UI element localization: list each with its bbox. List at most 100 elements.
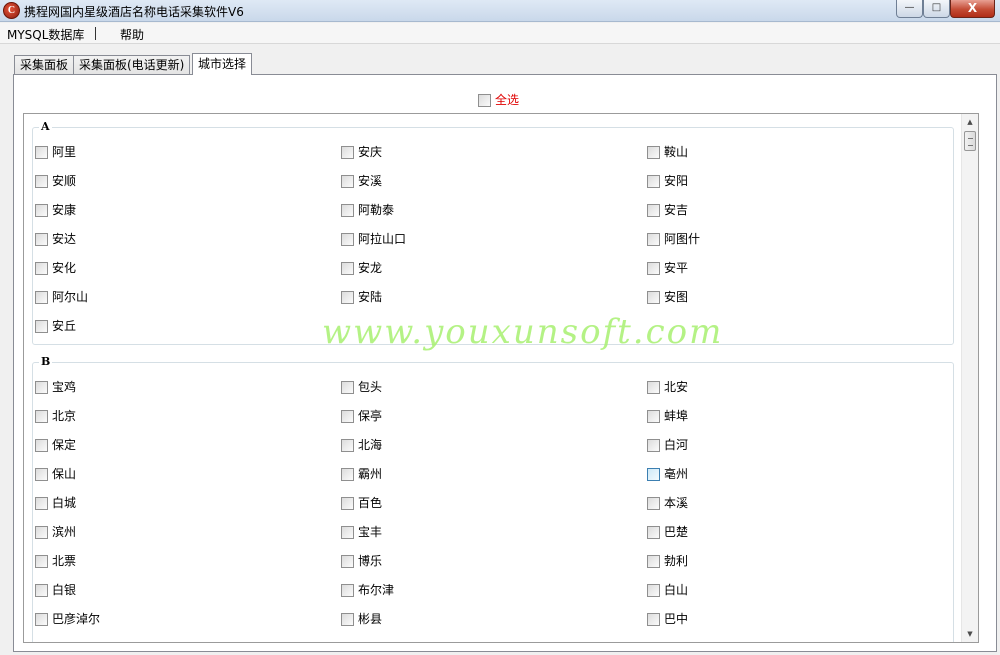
checkbox-box[interactable] bbox=[647, 526, 660, 539]
checkbox-box[interactable] bbox=[35, 320, 48, 333]
checkbox-box[interactable] bbox=[341, 468, 354, 481]
checkbox-box[interactable] bbox=[35, 175, 48, 188]
city-checkbox[interactable]: 蚌埠 bbox=[647, 409, 688, 424]
checkbox-box[interactable] bbox=[341, 146, 354, 159]
city-checkbox[interactable]: 勃利 bbox=[647, 554, 688, 569]
city-checkbox[interactable]: 包头 bbox=[341, 380, 382, 395]
city-checkbox[interactable]: 阿勒泰 bbox=[341, 203, 394, 218]
city-checkbox[interactable]: 滨州 bbox=[35, 525, 76, 540]
city-checkbox[interactable]: 巴彦淖尔 bbox=[35, 612, 100, 627]
checkbox-box[interactable] bbox=[478, 94, 491, 107]
checkbox-box[interactable] bbox=[341, 584, 354, 597]
checkbox-box[interactable] bbox=[35, 262, 48, 275]
checkbox-box[interactable] bbox=[647, 291, 660, 304]
city-checkbox[interactable]: 安丘 bbox=[35, 319, 76, 334]
checkbox-box[interactable] bbox=[647, 381, 660, 394]
checkbox-box[interactable] bbox=[35, 555, 48, 568]
checkbox-box[interactable] bbox=[647, 468, 660, 481]
checkbox-box[interactable] bbox=[35, 291, 48, 304]
maximize-button[interactable]: □ bbox=[923, 0, 950, 18]
city-checkbox[interactable]: 阿尔山 bbox=[35, 290, 88, 305]
checkbox-box[interactable] bbox=[35, 233, 48, 246]
minimize-button[interactable]: — bbox=[896, 0, 923, 18]
checkbox-box[interactable] bbox=[35, 468, 48, 481]
city-checkbox[interactable]: 安吉 bbox=[647, 203, 688, 218]
checkbox-box[interactable] bbox=[341, 613, 354, 626]
city-checkbox[interactable]: 白银 bbox=[35, 583, 76, 598]
checkbox-box[interactable] bbox=[647, 410, 660, 423]
checkbox-box[interactable] bbox=[341, 262, 354, 275]
checkbox-box[interactable] bbox=[341, 526, 354, 539]
checkbox-box[interactable] bbox=[35, 439, 48, 452]
checkbox-box[interactable] bbox=[647, 497, 660, 510]
vertical-scrollbar[interactable]: ▲ ▼ bbox=[961, 114, 978, 642]
checkbox-box[interactable] bbox=[35, 584, 48, 597]
city-checkbox[interactable]: 安达 bbox=[35, 232, 76, 247]
checkbox-box[interactable] bbox=[35, 410, 48, 423]
select-all-checkbox[interactable]: 全选 bbox=[478, 91, 519, 108]
city-checkbox[interactable]: 安龙 bbox=[341, 261, 382, 276]
checkbox-box[interactable] bbox=[341, 410, 354, 423]
city-checkbox[interactable]: 白河 bbox=[647, 438, 688, 453]
checkbox-box[interactable] bbox=[341, 291, 354, 304]
checkbox-box[interactable] bbox=[341, 555, 354, 568]
city-checkbox[interactable]: 安顺 bbox=[35, 174, 76, 189]
city-checkbox[interactable]: 百色 bbox=[341, 496, 382, 511]
checkbox-box[interactable] bbox=[647, 175, 660, 188]
city-checkbox[interactable]: 安阳 bbox=[647, 174, 688, 189]
checkbox-box[interactable] bbox=[35, 613, 48, 626]
checkbox-box[interactable] bbox=[341, 204, 354, 217]
checkbox-box[interactable] bbox=[341, 175, 354, 188]
city-checkbox[interactable]: 保山 bbox=[35, 467, 76, 482]
city-checkbox[interactable]: 北票 bbox=[35, 554, 76, 569]
checkbox-box[interactable] bbox=[647, 555, 660, 568]
city-checkbox[interactable]: 安化 bbox=[35, 261, 76, 276]
city-checkbox[interactable]: 北京 bbox=[35, 409, 76, 424]
menu-mysql[interactable]: MYSQL数据库 bbox=[7, 26, 84, 43]
menu-help[interactable]: 帮助 bbox=[120, 26, 144, 43]
checkbox-box[interactable] bbox=[35, 204, 48, 217]
city-checkbox[interactable]: 彬县 bbox=[341, 612, 382, 627]
city-checkbox[interactable]: 阿拉山口 bbox=[341, 232, 406, 247]
checkbox-box[interactable] bbox=[341, 439, 354, 452]
city-checkbox[interactable]: 本溪 bbox=[647, 496, 688, 511]
close-button[interactable]: X bbox=[950, 0, 995, 18]
tab-city-select[interactable]: 城市选择 bbox=[192, 53, 253, 75]
scroll-thumb[interactable] bbox=[964, 131, 976, 151]
checkbox-box[interactable] bbox=[647, 233, 660, 246]
checkbox-box[interactable] bbox=[341, 497, 354, 510]
checkbox-box[interactable] bbox=[341, 233, 354, 246]
scroll-up-arrow-icon[interactable]: ▲ bbox=[962, 114, 978, 130]
city-checkbox[interactable]: 宝鸡 bbox=[35, 380, 76, 395]
city-checkbox[interactable]: 安溪 bbox=[341, 174, 382, 189]
checkbox-box[interactable] bbox=[647, 613, 660, 626]
city-list-scroll-area[interactable]: A B ▲ ▼ 阿里 安庆 鞍山 安顺 安溪 安阳 安康 阿勒泰 安吉 安达 阿拉山口 阿图什 安化 安龙… bbox=[23, 113, 979, 643]
tab-collect-panel[interactable]: 采集面板 bbox=[14, 55, 75, 74]
city-checkbox[interactable]: 北海 bbox=[341, 438, 382, 453]
city-checkbox[interactable]: 安康 bbox=[35, 203, 76, 218]
city-checkbox[interactable]: 亳州 bbox=[647, 467, 688, 482]
checkbox-box[interactable] bbox=[647, 146, 660, 159]
city-checkbox[interactable]: 白城 bbox=[35, 496, 76, 511]
checkbox-box[interactable] bbox=[35, 497, 48, 510]
checkbox-box[interactable] bbox=[647, 439, 660, 452]
city-checkbox[interactable]: 阿图什 bbox=[647, 232, 700, 247]
checkbox-box[interactable] bbox=[35, 526, 48, 539]
city-checkbox[interactable]: 保定 bbox=[35, 438, 76, 453]
city-checkbox[interactable]: 巴中 bbox=[647, 612, 688, 627]
city-checkbox[interactable]: 宝丰 bbox=[341, 525, 382, 540]
checkbox-box[interactable] bbox=[647, 262, 660, 275]
city-checkbox[interactable]: 安平 bbox=[647, 261, 688, 276]
checkbox-box[interactable] bbox=[647, 204, 660, 217]
city-checkbox[interactable]: 鞍山 bbox=[647, 145, 688, 160]
city-checkbox[interactable]: 安图 bbox=[647, 290, 688, 305]
city-checkbox[interactable]: 阿里 bbox=[35, 145, 76, 160]
city-checkbox[interactable]: 巴楚 bbox=[647, 525, 688, 540]
city-checkbox[interactable]: 安陆 bbox=[341, 290, 382, 305]
checkbox-box[interactable] bbox=[341, 381, 354, 394]
city-checkbox[interactable]: 布尔津 bbox=[341, 583, 394, 598]
city-checkbox[interactable]: 北安 bbox=[647, 380, 688, 395]
city-checkbox[interactable]: 安庆 bbox=[341, 145, 382, 160]
city-checkbox[interactable]: 白山 bbox=[647, 583, 688, 598]
checkbox-box[interactable] bbox=[35, 146, 48, 159]
